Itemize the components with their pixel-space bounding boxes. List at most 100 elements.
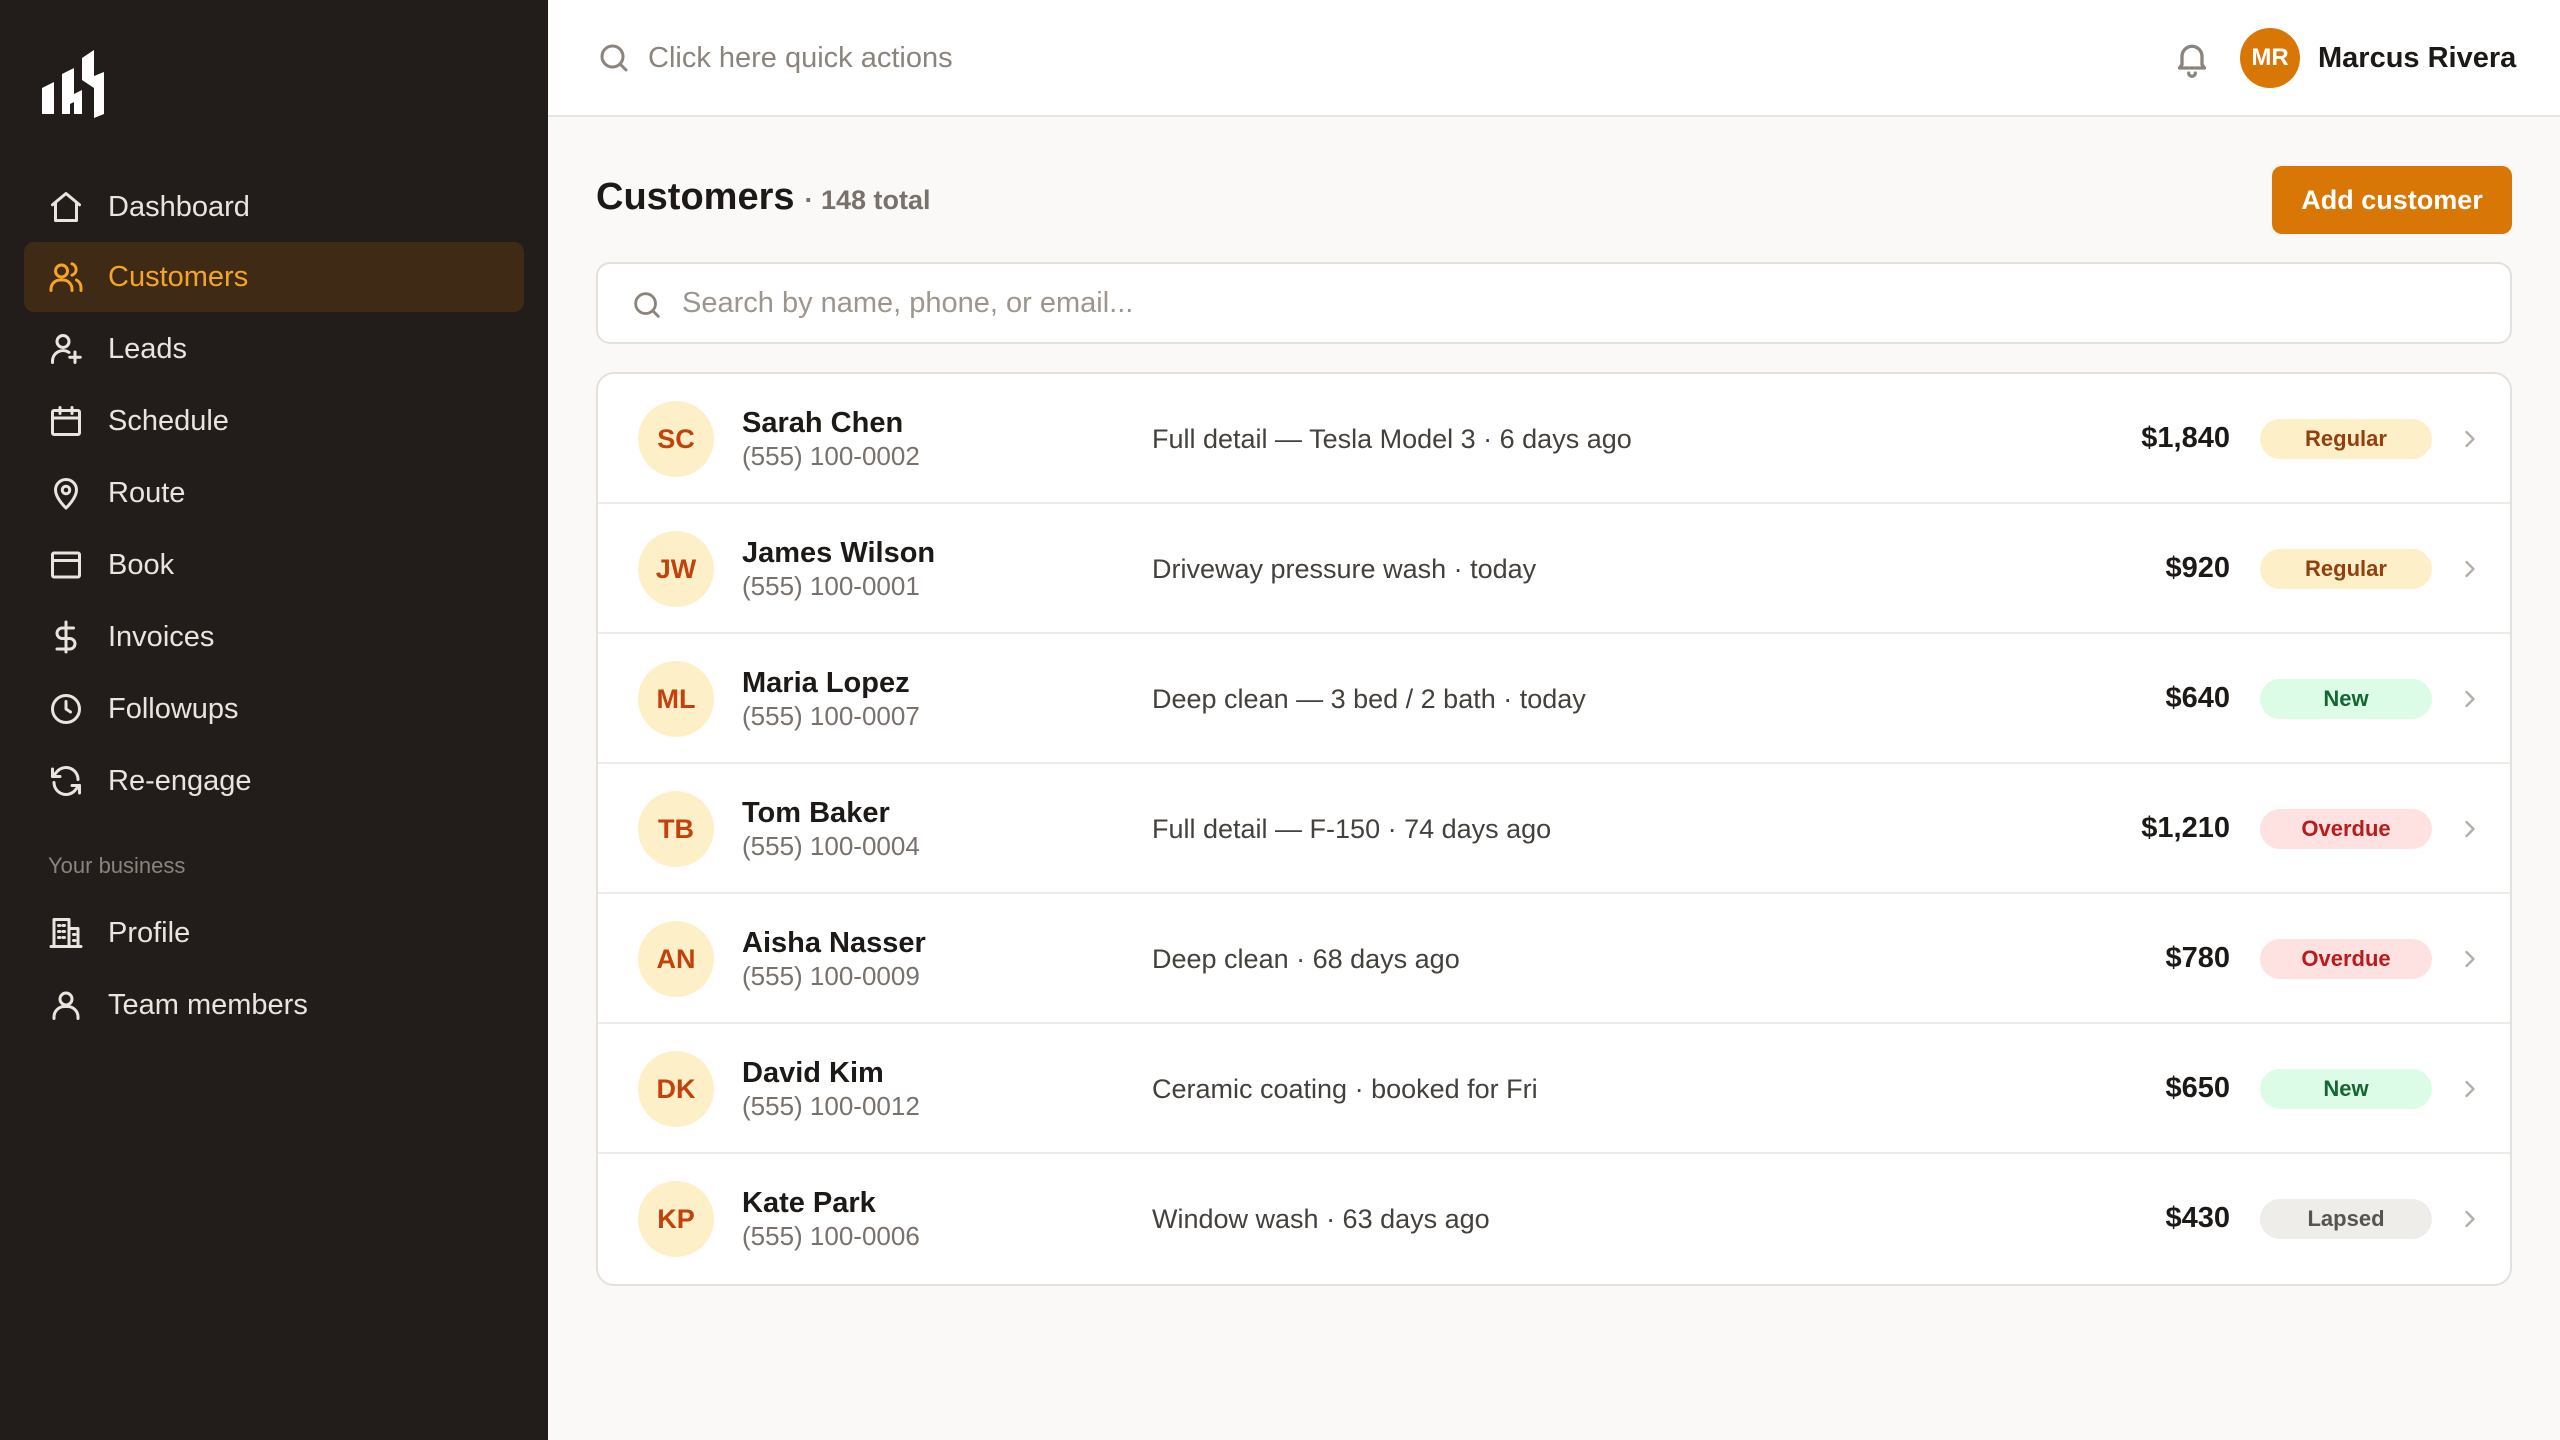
last-job: Deep clean · 68 days ago	[1152, 944, 1460, 974]
last-job: Ceramic coating · booked for Fri	[1152, 1074, 1538, 1104]
status-badge: Regular	[2260, 419, 2432, 459]
sidebar-item-label: Customers	[108, 261, 249, 293]
sidebar-item-leads[interactable]: Leads	[24, 314, 524, 384]
topbar: Click here quick actions MR Marcus River…	[548, 0, 2560, 117]
sidebar-item-customers[interactable]: Customers	[24, 242, 524, 312]
status-badge: Regular	[2260, 549, 2432, 589]
sidebar-item-label: Dashboard	[108, 191, 250, 223]
last-job: Deep clean — 3 bed / 2 bath · today	[1152, 684, 1586, 714]
sidebar-item-label: Leads	[108, 333, 188, 365]
brand-logo[interactable]	[38, 44, 112, 128]
customer-row[interactable]: AN Aisha Nasser (555) 100-0009 Deep clea…	[598, 894, 2510, 1024]
lifetime-value: $1,210	[2141, 812, 2230, 844]
lifetime-value: $650	[2165, 1072, 2230, 1104]
dollar-icon	[48, 619, 84, 655]
status-badge: Lapsed	[2260, 1199, 2432, 1239]
customer-row[interactable]: KP Kate Park (555) 100-0006 Window wash …	[598, 1154, 2510, 1284]
last-job: Full detail — F-150 · 74 days ago	[1152, 814, 1552, 844]
quick-actions-trigger[interactable]: Click here quick actions	[648, 40, 953, 76]
users-icon	[48, 259, 84, 295]
customer-phone: (555) 100-0002	[742, 441, 920, 471]
chevron-right-icon[interactable]	[2456, 944, 2484, 974]
customer-phone: (555) 100-0007	[742, 701, 920, 731]
status-badge: New	[2260, 679, 2432, 719]
lifetime-value: $640	[2165, 682, 2230, 714]
avatar: ML	[638, 661, 714, 737]
customer-phone: (555) 100-0012	[742, 1091, 920, 1121]
sidebar-item-dashboard[interactable]: Dashboard	[24, 172, 524, 242]
avatar: DK	[638, 1051, 714, 1127]
sidebar-item-label: Re-engage	[108, 765, 252, 797]
customer-name: Kate Park	[742, 1187, 876, 1219]
user-plus-icon	[48, 331, 84, 367]
customer-name: Maria Lopez	[742, 667, 910, 699]
search-icon	[596, 40, 632, 76]
home-icon	[48, 189, 84, 225]
avatar: SC	[638, 401, 714, 477]
status-badge: New	[2260, 1069, 2432, 1109]
customer-row[interactable]: SC Sarah Chen (555) 100-0002 Full detail…	[598, 374, 2510, 504]
sidebar: Dashboard Customers Leads Schedule Route…	[0, 0, 548, 1440]
sidebar-item-profile[interactable]: Profile	[24, 898, 524, 968]
search-icon	[630, 288, 664, 322]
refresh-icon	[48, 763, 84, 799]
sidebar-item-re-engage[interactable]: Re-engage	[24, 746, 524, 816]
customer-phone: (555) 100-0004	[742, 831, 920, 861]
customer-name: Sarah Chen	[742, 407, 904, 439]
sidebar-item-invoices[interactable]: Invoices	[24, 602, 524, 672]
chevron-right-icon[interactable]	[2456, 1204, 2484, 1234]
avatar: JW	[638, 531, 714, 607]
sidebar-item-route[interactable]: Route	[24, 458, 524, 528]
status-badge: Overdue	[2260, 939, 2432, 979]
lifetime-value: $1,840	[2141, 422, 2230, 454]
customer-row[interactable]: TB Tom Baker (555) 100-0004 Full detail …	[598, 764, 2510, 894]
customer-row[interactable]: ML Maria Lopez (555) 100-0007 Deep clean…	[598, 634, 2510, 764]
clock-icon	[48, 691, 84, 727]
user-name[interactable]: Marcus Rivera	[2318, 40, 2516, 76]
user-icon	[48, 987, 84, 1023]
customer-name: James Wilson	[742, 537, 936, 569]
lifetime-value: $780	[2165, 942, 2230, 974]
sidebar-item-followups[interactable]: Followups	[24, 674, 524, 744]
section-label-your-business: Your business	[48, 853, 186, 878]
page-title: Customers	[596, 176, 795, 218]
sidebar-item-label: Team members	[108, 989, 308, 1021]
chevron-right-icon[interactable]	[2456, 814, 2484, 844]
chevron-right-icon[interactable]	[2456, 554, 2484, 584]
bell-icon[interactable]	[2172, 38, 2212, 78]
sidebar-item-team-members[interactable]: Team members	[24, 970, 524, 1040]
status-badge: Overdue	[2260, 809, 2432, 849]
chevron-right-icon[interactable]	[2456, 424, 2484, 454]
last-job: Window wash · 63 days ago	[1152, 1204, 1490, 1234]
calendar-icon	[48, 403, 84, 439]
sidebar-item-label: Followups	[108, 693, 239, 725]
chevron-right-icon[interactable]	[2456, 684, 2484, 714]
add-customer-button[interactable]: Add customer	[2272, 166, 2512, 234]
sidebar-item-book[interactable]: Book	[24, 530, 524, 600]
lifetime-value: $920	[2165, 552, 2230, 584]
customer-row[interactable]: DK David Kim (555) 100-0012 Ceramic coat…	[598, 1024, 2510, 1154]
last-job: Full detail — Tesla Model 3 · 6 days ago	[1152, 424, 1632, 454]
customer-name: Aisha Nasser	[742, 927, 926, 959]
customer-row[interactable]: JW James Wilson (555) 100-0001 Driveway …	[598, 504, 2510, 634]
sidebar-item-label: Invoices	[108, 621, 215, 653]
total-count: · 148 total	[804, 185, 931, 215]
avatar[interactable]: MR	[2240, 28, 2300, 88]
sidebar-item-label: Schedule	[108, 405, 229, 437]
browser-window-icon	[48, 547, 84, 583]
sidebar-item-label: Route	[108, 477, 186, 509]
map-pin-icon	[48, 475, 84, 511]
building-icon	[48, 915, 84, 951]
page-header: Customers · 148 total	[596, 176, 931, 219]
avatar: TB	[638, 791, 714, 867]
chevron-right-icon[interactable]	[2456, 1074, 2484, 1104]
avatar: KP	[638, 1181, 714, 1257]
sidebar-item-label: Book	[108, 549, 175, 581]
customer-list: SC Sarah Chen (555) 100-0002 Full detail…	[596, 372, 2512, 1286]
customer-name: David Kim	[742, 1057, 884, 1089]
last-job: Driveway pressure wash · today	[1152, 554, 1537, 584]
sidebar-item-schedule[interactable]: Schedule	[24, 386, 524, 456]
sidebar-item-label: Profile	[108, 917, 191, 949]
lifetime-value: $430	[2165, 1202, 2230, 1234]
search-input[interactable]	[682, 280, 2462, 326]
